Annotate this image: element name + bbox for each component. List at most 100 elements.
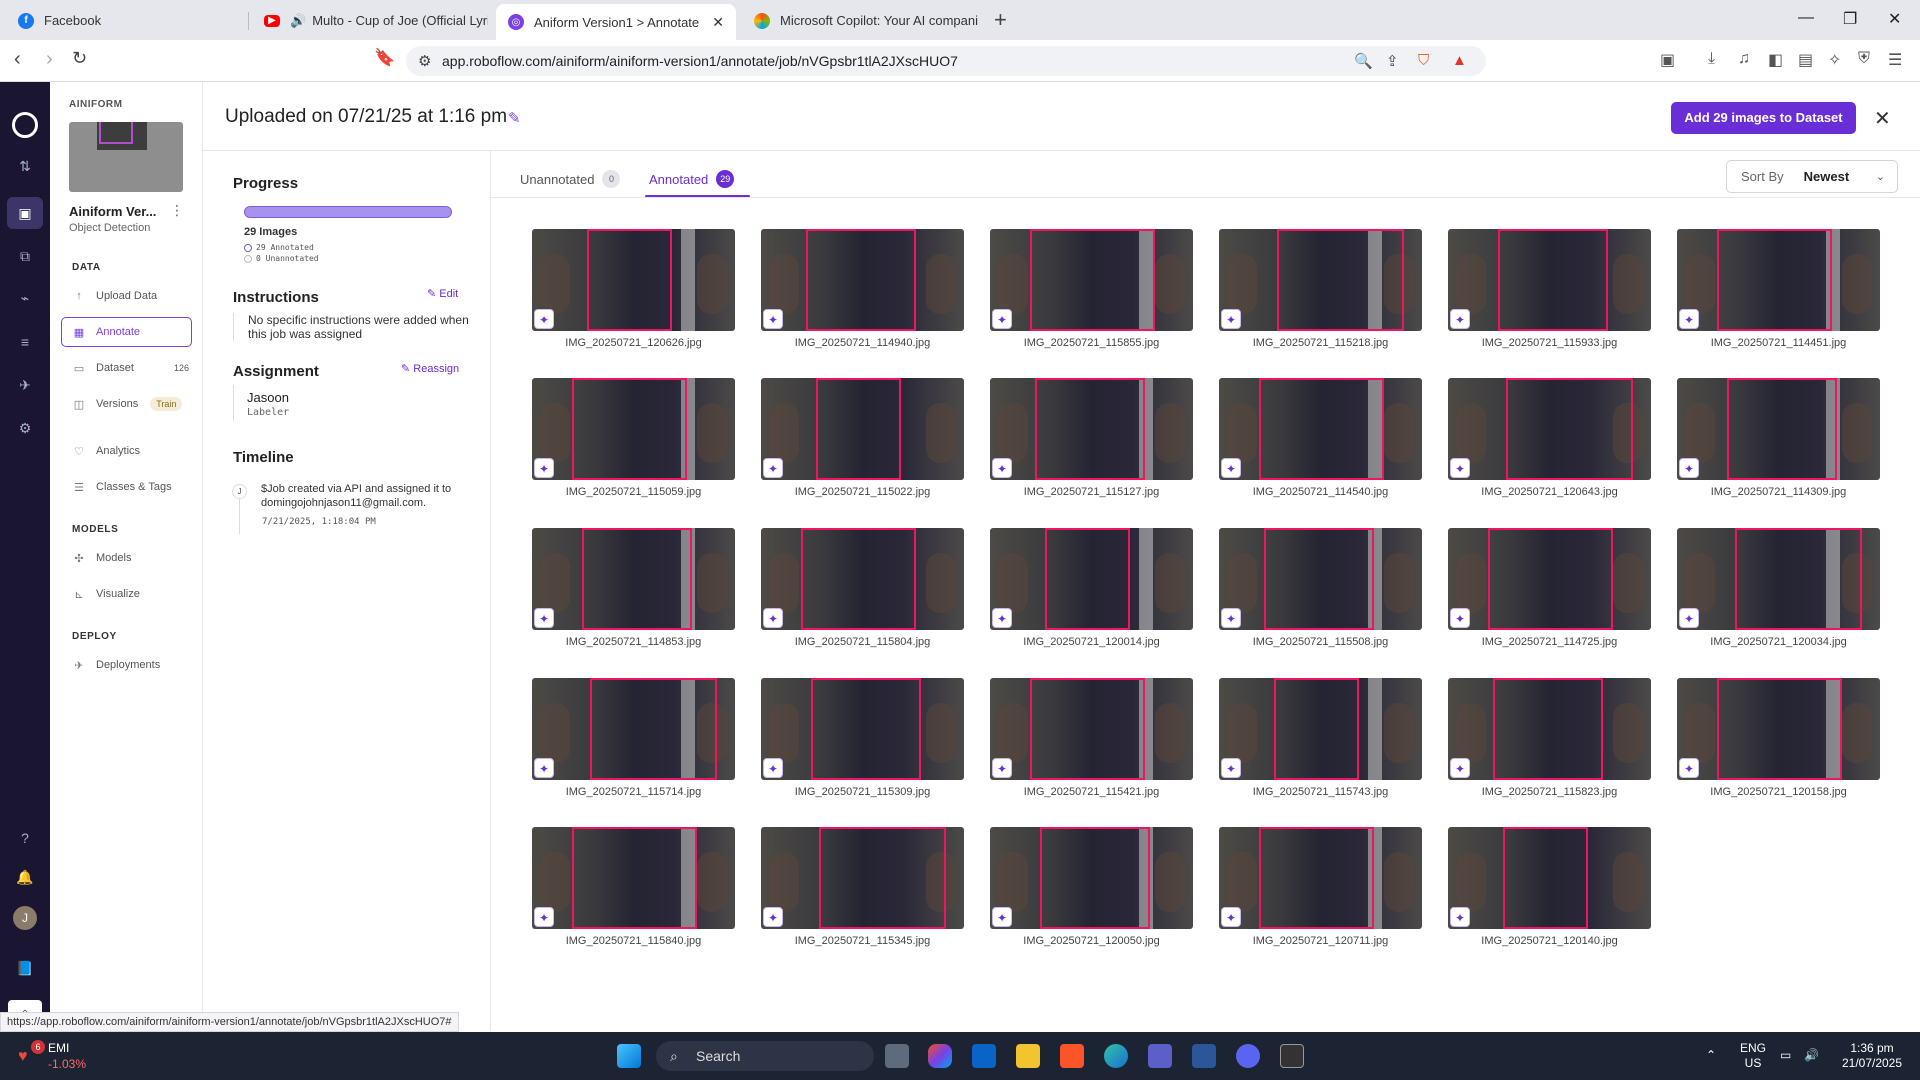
brave-rewards-icon[interactable]: ▲ [1452,52,1467,69]
image-thumbnail[interactable]: ✦ [532,678,735,780]
tray-overflow-icon[interactable]: ⌃ [1706,1048,1716,1063]
image-thumbnail[interactable]: ✦ [1219,827,1422,929]
share-icon[interactable]: ⇪ [1386,52,1399,70]
settings-icon[interactable]: ⚙ [0,420,50,437]
image-thumbnail[interactable]: ✦ [990,678,1193,780]
reload-icon[interactable]: ↻ [72,48,87,69]
image-thumbnail[interactable]: ✦ [532,378,735,480]
project-thumbnail[interactable] [69,122,183,192]
sidebar-item-analytics[interactable]: ♡ Analytics [50,436,203,466]
language-indicator[interactable]: ENG US [1738,1041,1768,1071]
switch-workspace-icon[interactable]: ⇅ [0,158,50,175]
reader-mode-icon[interactable]: ▣ [1660,50,1675,70]
network-icon[interactable]: ▭ [1780,1048,1791,1063]
monitoring-icon[interactable]: ⌁ [0,290,50,307]
image-thumbnail[interactable]: ✦ [1677,528,1880,630]
zoom-icon[interactable]: 🔍 [1354,52,1373,70]
image-thumbnail[interactable]: ✦ [1219,678,1422,780]
image-thumbnail[interactable]: ✦ [761,528,964,630]
image-thumbnail[interactable]: ✦ [532,229,735,331]
sidebar-item-classes[interactable]: ☰ Classes & Tags [50,472,203,502]
workflows-icon[interactable]: ⧉ [0,248,50,265]
image-thumbnail[interactable]: ✦ [1448,378,1651,480]
site-settings-icon[interactable]: ⚙ [418,52,431,70]
notifications-icon[interactable]: 🔔 [0,869,50,886]
outlook-icon[interactable] [972,1044,996,1068]
stock-widget[interactable]: EMI -1.03% [48,1040,86,1072]
minimize-icon[interactable]: — [1798,9,1814,27]
projects-icon[interactable]: ▣ [7,197,43,229]
task-view-icon[interactable] [885,1044,909,1068]
image-thumbnail[interactable]: ✦ [761,229,964,331]
image-thumbnail[interactable]: ✦ [990,229,1193,331]
word-icon[interactable] [1192,1044,1216,1068]
sidebar-item-versions[interactable]: ◫ Versions Train [50,389,203,419]
sidebar-item-dataset[interactable]: ▭ Dataset 126 [50,353,203,383]
menu-icon[interactable]: ☰ [1888,50,1902,70]
image-thumbnail[interactable]: ✦ [1219,378,1422,480]
image-thumbnail[interactable]: ✦ [990,827,1193,929]
project-name[interactable]: Ainiform Ver... [69,204,156,219]
sidebar-item-annotate[interactable]: ▦ Annotate [61,317,192,347]
tab-facebook[interactable]: f Facebook [6,5,242,36]
image-thumbnail[interactable]: ✦ [1677,678,1880,780]
wallet-icon[interactable]: ▤ [1798,50,1813,70]
image-thumbnail[interactable]: ✦ [1219,229,1422,331]
stock-widget-icon[interactable]: ♥ 6 [18,1040,45,1066]
image-thumbnail[interactable]: ✦ [761,378,964,480]
forward-icon[interactable]: › [46,48,53,71]
copilot-taskbar-icon[interactable] [928,1044,952,1068]
discord-icon[interactable] [1236,1044,1260,1068]
new-tab-icon[interactable]: + [994,7,1007,33]
sidebar-item-visualize[interactable]: ⊾ Visualize [50,579,203,609]
tab-youtube[interactable]: ▶ 🔊 Multo - Cup of Joe (Official Lyric [252,5,488,36]
deploy-rail-icon[interactable]: ✈ [0,377,50,394]
sidebar-item-deployments[interactable]: ✈ Deployments [50,650,203,680]
sort-dropdown[interactable]: Sort By Newest ⌄ [1726,160,1898,193]
tab-annotated[interactable]: Annotated 29 [649,170,735,188]
close-tab-icon[interactable]: ✕ [712,14,724,31]
image-thumbnail[interactable]: ✦ [532,827,735,929]
sidebar-item-upload[interactable]: ↑ Upload Data [50,281,203,311]
image-thumbnail[interactable]: ✦ [1448,528,1651,630]
url-bar[interactable]: ⚙ app.roboflow.com/ainiform/ainiform-ver… [406,46,1486,76]
edit-instructions-link[interactable]: ✎ Edit [427,287,458,300]
edit-title-icon[interactable]: ✎ [508,109,521,127]
add-images-to-dataset-button[interactable]: Add 29 images to Dataset [1671,102,1856,134]
image-thumbnail[interactable]: ✦ [1677,229,1880,331]
docs-icon[interactable]: 📘 [0,960,50,977]
tab-copilot[interactable]: Microsoft Copilot: Your AI companion [742,5,978,36]
edge-icon[interactable] [1104,1044,1128,1068]
image-thumbnail[interactable]: ✦ [1448,678,1651,780]
back-icon[interactable]: ‹ [14,48,21,71]
leo-ai-icon[interactable]: ✧ [1828,50,1841,70]
brave-shields-icon[interactable]: ⛉ [1418,52,1429,69]
image-thumbnail[interactable]: ✦ [1448,229,1651,331]
clock[interactable]: 1:36 pm 21/07/2025 [1832,1041,1912,1071]
help-icon[interactable]: ? [0,830,50,846]
bookmark-icon[interactable]: 🔖 [374,48,395,68]
roboflow-logo-icon[interactable] [12,112,38,138]
app-icon[interactable] [1280,1044,1304,1068]
downloads-icon[interactable]: ⤓ [1708,50,1715,68]
tab-unannotated[interactable]: Unannotated 0 [520,170,621,188]
image-thumbnail[interactable]: ✦ [1677,378,1880,480]
image-thumbnail[interactable]: ✦ [1219,528,1422,630]
image-thumbnail[interactable]: ✦ [761,678,964,780]
image-thumbnail[interactable]: ✦ [990,528,1193,630]
image-thumbnail[interactable]: ✦ [1448,827,1651,929]
sidebar-item-models[interactable]: ✣ Models [50,543,203,573]
image-thumbnail[interactable]: ✦ [761,827,964,929]
list-icon[interactable]: ≡ [0,334,50,350]
close-job-icon[interactable]: ✕ [1874,106,1891,131]
tab-roboflow-annotate[interactable]: ◎ Aniform Version1 > Annotate ✕ [496,4,736,40]
file-explorer-icon[interactable] [1016,1044,1040,1068]
brave-browser-icon[interactable] [1060,1044,1084,1068]
restore-icon[interactable]: ❐ [1843,9,1857,29]
image-thumbnail[interactable]: ✦ [990,378,1193,480]
image-thumbnail[interactable]: ✦ [532,528,735,630]
vpn-icon[interactable]: ⛨ [1858,50,1870,68]
teams-icon[interactable] [1148,1044,1172,1068]
windows-start-icon[interactable] [617,1044,641,1068]
volume-icon[interactable]: 🔊 [1804,1048,1819,1063]
